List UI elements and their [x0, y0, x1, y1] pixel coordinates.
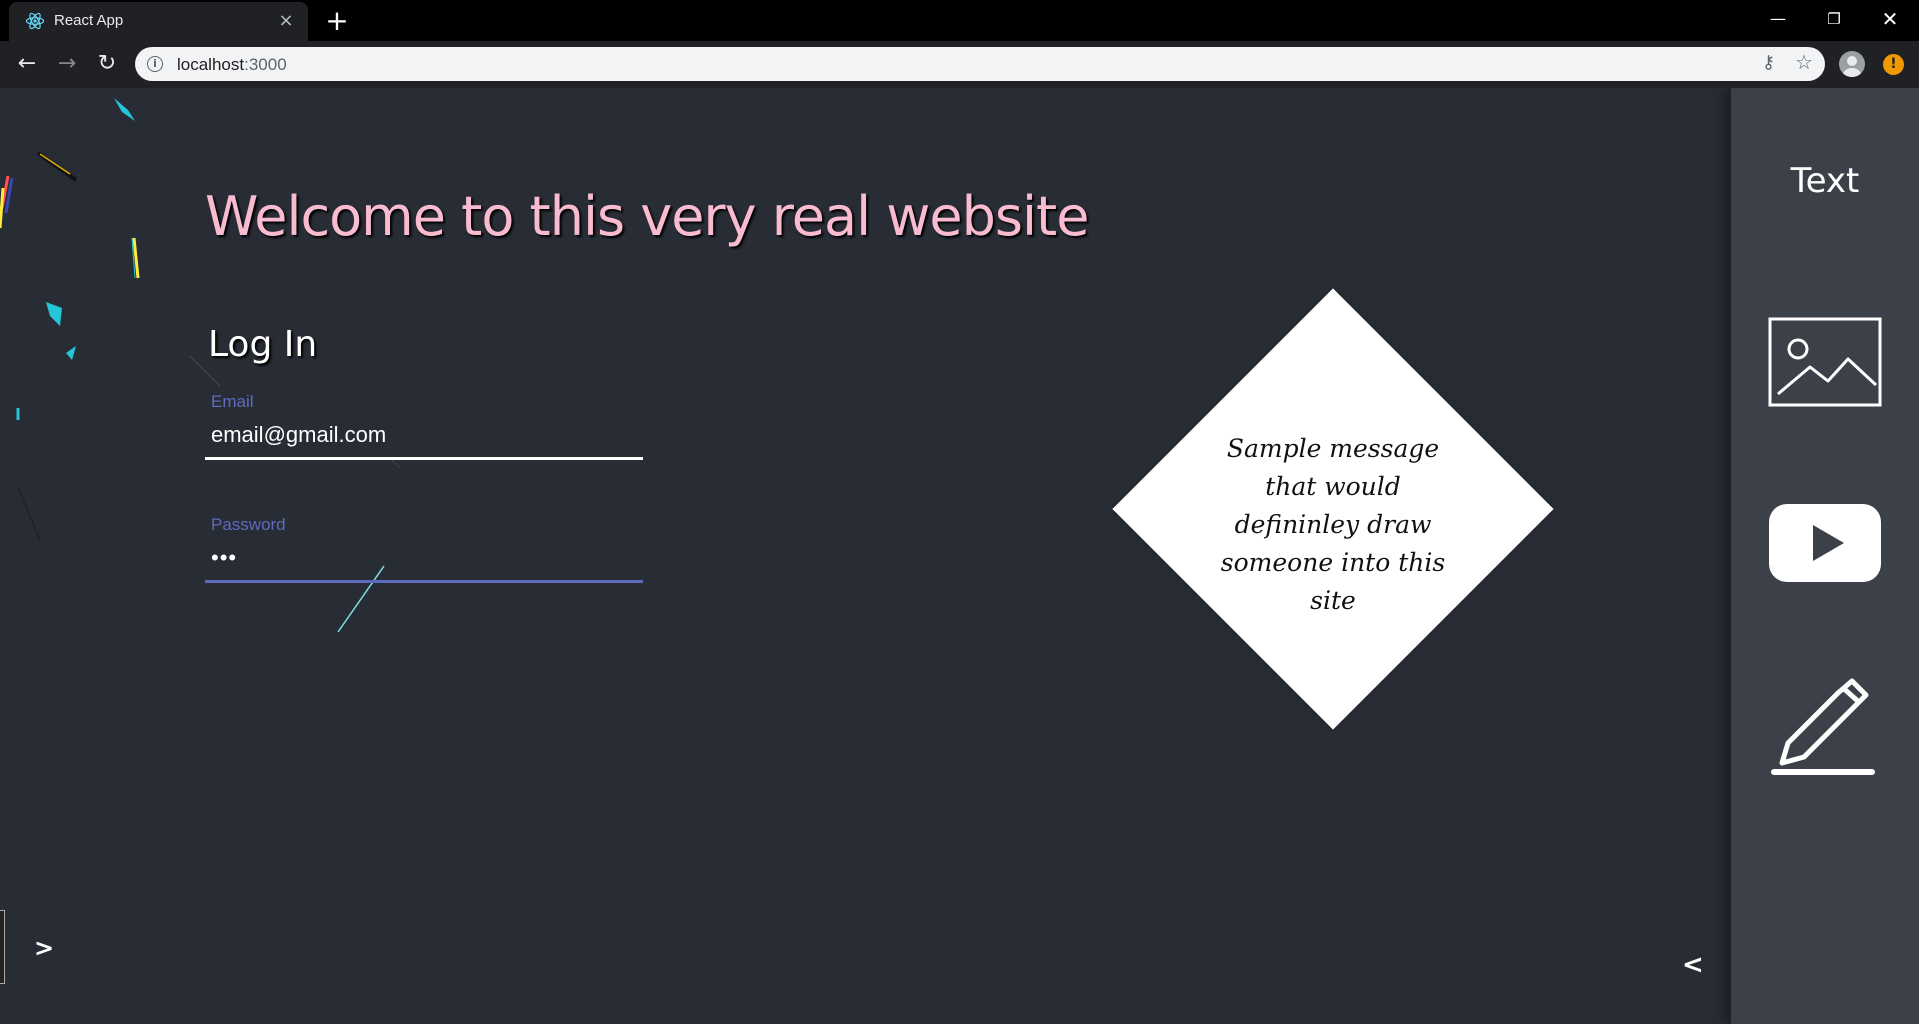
address-bar[interactable]: i localhost:3000 ⚷ ☆ — [135, 47, 1825, 81]
diamond-message: Sample message that would defininley dra… — [1220, 434, 1446, 615]
login-heading: Log In — [208, 324, 318, 365]
page-content: Welcome to this very real website Log In… — [0, 88, 1919, 1024]
update-alert-icon[interactable]: ! — [1883, 54, 1904, 75]
sidebar-text-tool[interactable]: Text — [1731, 161, 1919, 201]
new-tab-button[interactable]: + — [322, 7, 352, 37]
back-arrow-icon[interactable]: ← — [11, 48, 43, 80]
browser-toolbar: ← → ↻ i localhost:3000 ⚷ ☆ ! — [0, 41, 1919, 88]
url-port: :3000 — [244, 55, 287, 74]
close-tab-icon[interactable]: × — [275, 10, 297, 32]
image-icon[interactable] — [1768, 317, 1882, 407]
email-label: Email — [211, 392, 254, 411]
promo-diamond: Sample message that would defininley dra… — [1112, 288, 1554, 730]
youtube-play-icon[interactable] — [1768, 503, 1882, 583]
pencil-icon[interactable] — [1768, 673, 1882, 778]
url-host: localhost — [177, 55, 245, 74]
email-field: Email — [205, 392, 643, 460]
profile-avatar-icon[interactable] — [1839, 51, 1865, 77]
tab-title: React App — [54, 12, 124, 29]
browser-tab[interactable]: React App × — [9, 2, 308, 41]
bookmark-star-icon[interactable]: ☆ — [1795, 50, 1813, 74]
forward-arrow-icon[interactable]: → — [51, 48, 83, 80]
url-text[interactable]: localhost:3000 — [177, 55, 287, 75]
password-field: Password — [205, 515, 643, 583]
open-drawer-arrow[interactable]: > — [34, 934, 54, 962]
close-window-button[interactable]: ✕ — [1862, 0, 1918, 38]
tool-sidebar: Text — [1731, 88, 1919, 1024]
reload-icon[interactable]: ↻ — [91, 48, 123, 80]
site-info-icon[interactable]: i — [147, 56, 163, 72]
left-drawer-tab[interactable] — [0, 910, 5, 984]
browser-titlebar: React App × + — ❐ ✕ — [0, 0, 1919, 41]
key-icon[interactable]: ⚷ — [1762, 52, 1775, 73]
minimize-button[interactable]: — — [1750, 0, 1806, 38]
email-input[interactable] — [205, 412, 643, 460]
password-input[interactable] — [205, 535, 643, 583]
collapse-sidebar-arrow[interactable]: < — [1682, 950, 1704, 980]
react-logo-icon — [25, 12, 45, 30]
restore-button[interactable]: ❐ — [1806, 0, 1862, 38]
password-label: Password — [211, 515, 286, 534]
welcome-heading: Welcome to this very real website — [205, 185, 1089, 248]
